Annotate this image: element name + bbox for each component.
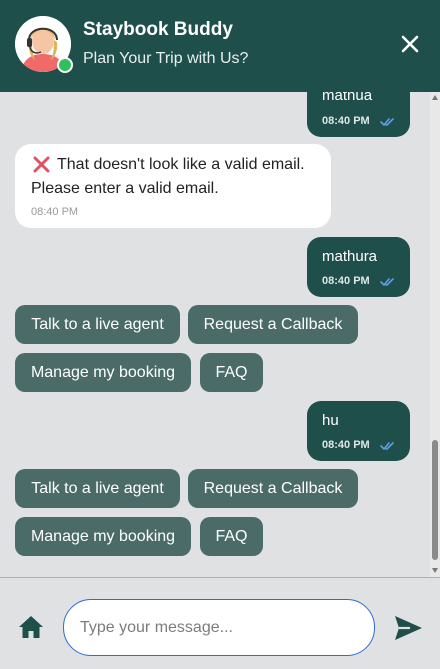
home-icon[interactable] [17,613,45,641]
read-receipt-icon [380,278,394,287]
message-time: 08:40 PM [31,206,79,218]
scrollbar-thumb[interactable] [432,440,438,560]
message-time: 08:40 PM [322,115,370,127]
chat-subtitle: Plan Your Trip with Us? [83,50,249,67]
request-callback-button[interactable]: Request a Callback [188,469,358,508]
chat-scrollbar[interactable] [430,92,440,577]
cross-mark-icon [33,156,50,173]
message-time: 08:40 PM [322,439,370,451]
chat-title: Staybook Buddy [83,19,233,40]
online-status-dot [57,57,73,73]
chat-header: Staybook Buddy Plan Your Trip with Us? [0,0,440,92]
message-text: mathua [322,92,373,104]
read-receipt-icon [380,442,394,451]
manage-booking-button[interactable]: Manage my booking [15,353,191,392]
close-icon[interactable] [396,30,424,58]
message-input[interactable] [63,599,375,656]
bot-message-line-2: Please enter a valid email. [31,180,219,197]
bot-message: That doesn't look like a valid email. Pl… [15,144,331,228]
request-callback-button[interactable]: Request a Callback [188,305,358,344]
message-text: hu [322,412,339,429]
scroll-up-arrow-icon[interactable] [432,95,438,100]
talk-to-live-agent-button[interactable]: Talk to a live agent [15,305,180,344]
talk-to-live-agent-button[interactable]: Talk to a live agent [15,469,180,508]
user-message: mathura 08:40 PM [307,237,410,297]
send-icon[interactable] [392,612,424,644]
user-message: hu 08:40 PM [307,401,410,461]
scroll-down-arrow-icon[interactable] [432,568,438,573]
user-message: mathua 08:40 PM [307,92,410,137]
message-time: 08:40 PM [322,275,370,287]
manage-booking-button[interactable]: Manage my booking [15,517,191,556]
faq-button[interactable]: FAQ [200,517,263,556]
message-composer [0,577,440,669]
chat-messages[interactable]: mathua 08:40 PM That doesn't look like a… [0,92,430,577]
message-text: mathura [322,248,378,265]
bot-message-line-1: That doesn't look like a valid email. [57,156,305,173]
faq-button[interactable]: FAQ [200,353,263,392]
read-receipt-icon [380,118,394,127]
